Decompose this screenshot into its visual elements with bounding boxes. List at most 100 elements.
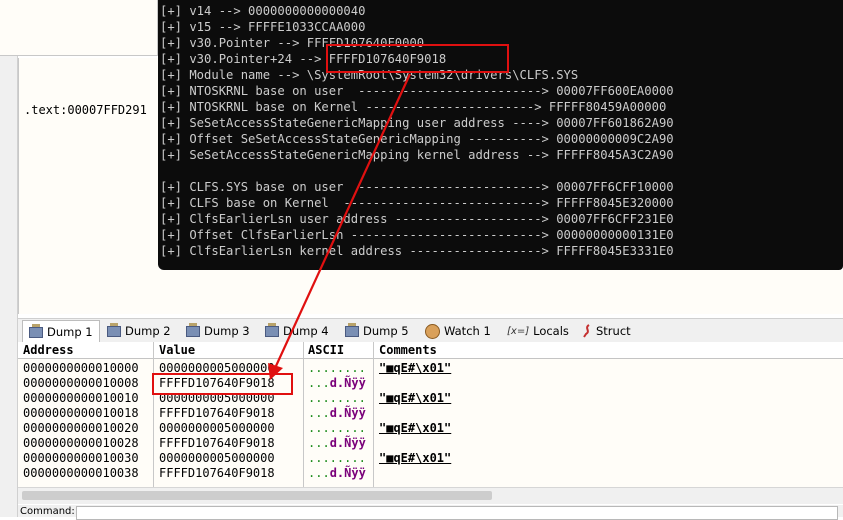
console-line: [+] Module name --> \SystemRoot\System32… (160, 68, 579, 82)
row-ascii: ...d.Ñÿÿ (308, 436, 366, 450)
dump-icon (107, 322, 121, 337)
row-address: 0000000000010008 (23, 376, 139, 390)
tab-label: Struct (596, 324, 631, 338)
dump-row[interactable]: 0000000000010020 0000000005000000........… (18, 421, 843, 436)
ascii-dots: ........ (308, 421, 366, 435)
register-pane (0, 0, 158, 56)
ascii-chars: d.Ñÿÿ (329, 466, 366, 480)
row-comment: "■qE#\x01" (379, 451, 452, 465)
header-value[interactable]: Value (159, 343, 195, 357)
watch-icon (425, 323, 440, 339)
dump-row[interactable]: 0000000000010018 FFFFD107640F9018 ...d.Ñÿÿ (18, 406, 843, 421)
ascii-dots: ... (308, 466, 330, 480)
dump-row[interactable]: 0000000000010010 0000000005000000........… (18, 391, 843, 406)
row-value: 0000000005000000 (159, 421, 275, 435)
command-input[interactable] (76, 506, 838, 520)
row-ascii: ...d.Ñÿÿ (308, 376, 366, 390)
ascii-dots: ........ (308, 391, 366, 405)
row-ascii: ...d.Ñÿÿ (308, 406, 366, 420)
console-line: [+] SeSetAccessStateGenericMapping kerne… (160, 148, 674, 162)
tab-label: Dump 3 (204, 324, 250, 338)
tab-watch-1[interactable]: Watch 1 (419, 321, 497, 341)
console-line: [+] CLFS.SYS base on user --------------… (160, 180, 674, 194)
dump-icon (345, 322, 359, 337)
console-line: [+] Offset ClfsEarlierLsn --------------… (160, 228, 674, 242)
dump-row[interactable]: 0000000000010030 0000000005000000........… (18, 451, 843, 466)
row-comment: "■qE#\x01" (379, 421, 452, 435)
tab-label: Locals (533, 324, 569, 338)
row-address: 0000000000010020 (23, 421, 139, 435)
row-ascii: ........ (308, 421, 366, 435)
tab-dump-4[interactable]: Dump 4 (259, 321, 335, 341)
ascii-dots: ... (308, 436, 330, 450)
locals-icon: [x=] (507, 325, 530, 337)
ascii-chars: d.Ñÿÿ (329, 376, 366, 390)
row-address: 0000000000010038 (23, 466, 139, 480)
console-line: [+] v30.Pointer+24 --> FFFFD107640F9018 (160, 52, 447, 66)
disassembly-pane (18, 58, 159, 314)
row-ascii: ........ (308, 391, 366, 405)
tab-label: Dump 4 (283, 324, 329, 338)
struct-icon (582, 324, 592, 338)
header-ascii[interactable]: ASCII (308, 343, 344, 357)
tab-dump-3[interactable]: Dump 3 (180, 321, 256, 341)
dump-header: Address Value ASCII Comments (18, 342, 843, 359)
header-comments[interactable]: Comments (379, 343, 437, 357)
tab-label: Dump 1 (47, 325, 93, 339)
left-toolbar-strip (0, 0, 18, 517)
console-line: [+] ClfsEarlierLsn kernel address ------… (160, 244, 674, 258)
ascii-dots: ........ (308, 361, 366, 375)
row-ascii: ........ (308, 451, 366, 465)
tab-label: Dump 2 (125, 324, 171, 338)
console-line: [+] ClfsEarlierLsn user address --------… (160, 212, 674, 226)
row-value: FFFFD107640F9018 (159, 436, 275, 450)
row-address: 0000000000010010 (23, 391, 139, 405)
tab-dump-2[interactable]: Dump 2 (101, 321, 177, 341)
command-label: Command: (20, 506, 75, 517)
tab-label: Watch 1 (444, 324, 491, 338)
ascii-chars: d.Ñÿÿ (329, 406, 366, 420)
console-line: [+] v30.Pointer --> FFFFD107640F0000 (160, 36, 425, 50)
row-value: FFFFD107640F9018 (159, 466, 275, 480)
row-ascii: ...d.Ñÿÿ (308, 466, 366, 480)
row-value: FFFFD107640F9018 (159, 406, 275, 420)
console-line: [+] v15 --> FFFFE1033CCAA000 (160, 20, 366, 34)
console-line: [+] SeSetAccessStateGenericMapping user … (160, 116, 674, 130)
dump-icon (186, 322, 200, 337)
row-ascii: ........ (308, 361, 366, 375)
dump-icon (265, 322, 279, 337)
tab-label: Dump 5 (363, 324, 409, 338)
row-comment: "■qE#\x01" (379, 391, 452, 405)
row-address: 0000000000010000 (23, 361, 139, 375)
tab-locals[interactable]: [x=] Locals (501, 321, 575, 341)
row-address: 0000000000010018 (23, 406, 139, 420)
cpu-view-background (158, 270, 843, 314)
row-address: 0000000000010030 (23, 451, 139, 465)
row-value: 0000000005000000 (159, 391, 275, 405)
console-line: [+] Offset SeSetAccessStateGenericMappin… (160, 132, 674, 146)
dump-row[interactable]: 0000000000010038 FFFFD107640F9018 ...d.Ñÿÿ (18, 466, 843, 481)
horizontal-scrollbar[interactable] (18, 487, 843, 504)
row-value: FFFFD107640F9018 (159, 376, 275, 390)
console-window: [+] v14 --> 0000000000000040 [+] v15 --> … (158, 0, 843, 270)
dump-pane[interactable]: Address Value ASCII Comments 00000000000… (18, 342, 843, 487)
dump-row[interactable]: 0000000000010028 FFFFD107640F9018 ...d.Ñÿÿ (18, 436, 843, 451)
console-line: [+] NTOSKRNL base on Kernel ------------… (160, 100, 667, 114)
dump-row[interactable]: 0000000000010000 0000000005000000........… (18, 361, 843, 376)
tab-struct[interactable]: Struct (576, 321, 637, 341)
console-line: [+] CLFS base on Kernel ----------------… (160, 196, 674, 210)
row-value: 0000000005000000 (159, 361, 275, 375)
tab-dump-1[interactable]: Dump 1 (22, 320, 100, 343)
header-address[interactable]: Address (23, 343, 74, 357)
dump-icon (29, 323, 43, 338)
disassembly-line[interactable]: .text:00007FFD291 (24, 103, 158, 117)
ascii-dots: ... (308, 376, 330, 390)
row-value: 0000000005000000 (159, 451, 275, 465)
tab-dump-5[interactable]: Dump 5 (339, 321, 415, 341)
dump-row[interactable]: 0000000000010008 FFFFD107640F9018 ...d.Ñÿÿ (18, 376, 843, 391)
scrollbar-thumb[interactable] (22, 491, 492, 500)
dump-tab-strip: Dump 1 Dump 2 Dump 3 Dump 4 Dump 5 Watch 1 [x=… (18, 318, 843, 344)
console-line: [+] NTOSKRNL base on user --------------… (160, 84, 674, 98)
ascii-dots: ........ (308, 451, 366, 465)
ascii-dots: ... (308, 406, 330, 420)
